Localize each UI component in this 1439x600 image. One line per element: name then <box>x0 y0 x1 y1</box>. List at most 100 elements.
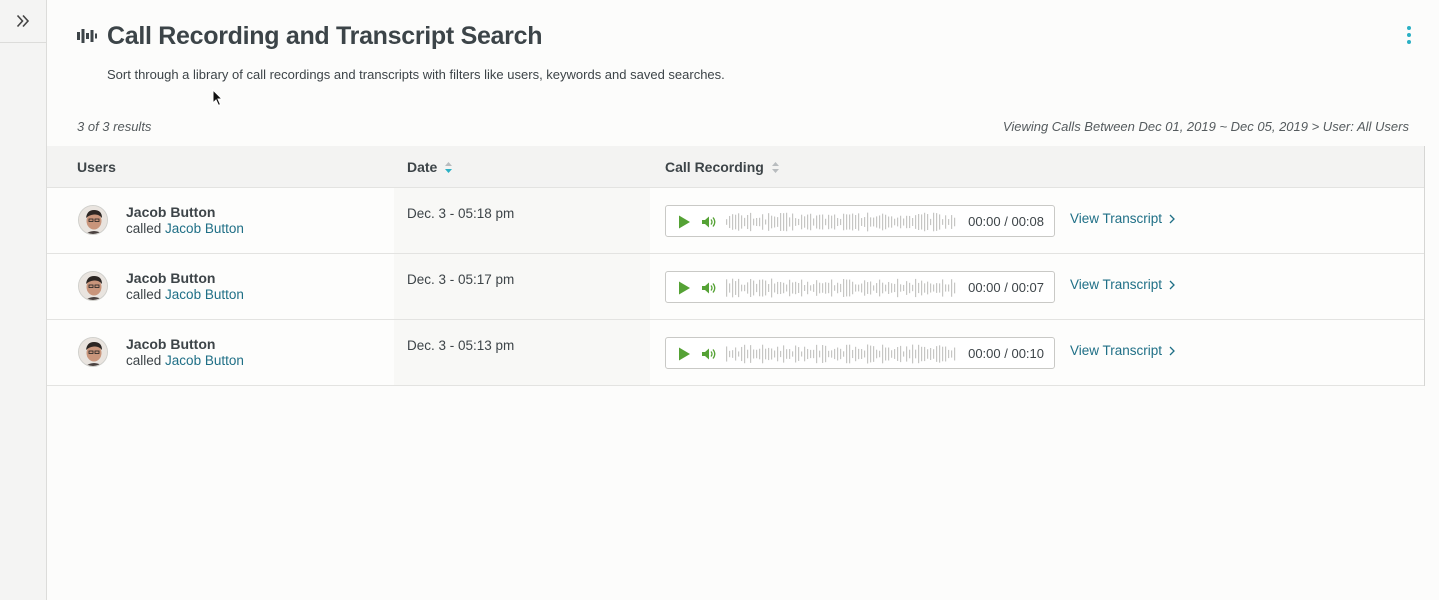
waveform-bar <box>894 349 896 359</box>
column-header-date[interactable]: Date <box>407 146 453 188</box>
waveform-bar <box>840 283 842 293</box>
waveform-bar <box>906 346 908 362</box>
waveform-bar <box>792 213 794 231</box>
waveform-scrubber[interactable] <box>726 211 958 233</box>
waveform-bar <box>882 282 884 294</box>
play-icon[interactable] <box>676 280 692 296</box>
waveform-bar <box>828 282 830 294</box>
waveform-bar <box>918 213 920 231</box>
view-transcript-link[interactable]: View Transcript <box>1070 277 1175 292</box>
volume-icon[interactable] <box>701 281 717 295</box>
waveform-bar <box>786 349 788 359</box>
waveform-bar <box>834 348 836 360</box>
waveform-bar <box>882 344 884 364</box>
waveform-bar <box>951 215 953 229</box>
waveform-bar <box>813 284 815 292</box>
waveform-scrubber[interactable] <box>726 277 958 299</box>
waveform-bar <box>771 278 773 298</box>
waveform-bar <box>783 282 785 294</box>
chevron-right-icon <box>1169 346 1175 355</box>
waveform-bar <box>879 350 881 358</box>
waveform-bar <box>834 285 836 291</box>
view-transcript-link[interactable]: View Transcript <box>1070 211 1175 226</box>
volume-icon[interactable] <box>701 347 717 361</box>
waveform-bar <box>837 347 839 361</box>
waveform-bar <box>843 278 845 298</box>
waveform-bar <box>885 214 887 230</box>
view-transcript-label: View Transcript <box>1070 343 1163 358</box>
waveform-bar <box>909 282 911 294</box>
waveform-bar <box>762 279 764 297</box>
results-count: 3 of 3 results <box>77 119 152 134</box>
sidebar-expand-button[interactable] <box>0 0 46 43</box>
waveform-bar <box>888 282 890 294</box>
waveform-bar <box>948 349 950 359</box>
waveform-bar <box>948 219 950 225</box>
view-transcript-link[interactable]: View Transcript <box>1070 343 1175 358</box>
page-header: Call Recording and Transcript Search <box>77 18 542 54</box>
waveform-bar <box>924 212 926 232</box>
table-row: Jacob Button called Jacob Button Dec. 3 … <box>47 254 1424 320</box>
called-user-link[interactable]: Jacob Button <box>165 221 244 236</box>
waveform-bar <box>903 351 905 357</box>
waveform-bar <box>750 212 752 232</box>
chevron-right-icon <box>1169 280 1175 289</box>
waveform-bar <box>831 350 833 358</box>
kebab-menu-icon[interactable] <box>1401 24 1417 46</box>
waveform-bar <box>936 213 938 231</box>
playback-time: 00:00 / 00:07 <box>968 280 1044 295</box>
waveform-bar <box>819 350 821 358</box>
play-icon[interactable] <box>676 214 692 230</box>
user-name: Jacob Button <box>126 204 216 220</box>
chevron-right-icon <box>1169 214 1175 223</box>
audio-player: 00:00 / 00:07 <box>665 271 1055 303</box>
waveform-bar <box>762 344 764 364</box>
waveform-bar <box>726 346 728 362</box>
waveform-bar <box>933 349 935 359</box>
waveform-bar <box>954 282 956 294</box>
waveform-bar <box>756 283 758 293</box>
waveform-bar <box>909 215 911 229</box>
waveform-bar <box>816 215 818 229</box>
user-photo-icon <box>79 272 107 300</box>
waveform-bar <box>726 219 728 225</box>
waveform-bar <box>741 346 743 362</box>
waveform-bar <box>732 214 734 230</box>
waveform-bar <box>846 214 848 230</box>
waveform-bar <box>864 217 866 227</box>
waveform-bar <box>798 218 800 226</box>
column-header-date-label: Date <box>407 159 438 175</box>
waveform-bar <box>912 344 914 364</box>
waveform-bar <box>873 346 875 362</box>
play-icon[interactable] <box>676 346 692 362</box>
waveform-bar <box>915 215 917 229</box>
waveform-bar <box>861 349 863 359</box>
waveform-bar <box>870 217 872 227</box>
waveform-bar <box>924 283 926 293</box>
page-title: Call Recording and Transcript Search <box>107 21 543 50</box>
called-prefix: called <box>126 221 162 236</box>
waveform-bar <box>873 217 875 227</box>
view-transcript-label: View Transcript <box>1070 211 1163 226</box>
waveform-scrubber[interactable] <box>726 343 958 365</box>
waveform-bar <box>795 345 797 363</box>
waveform-bar <box>819 282 821 294</box>
waveform-bar <box>732 350 734 358</box>
waveform-bar <box>927 349 929 359</box>
waveform-bar <box>738 213 740 231</box>
waveform-bar <box>744 217 746 227</box>
audio-player: 00:00 / 00:08 <box>665 205 1055 237</box>
waveform-bar <box>759 348 761 360</box>
column-header-recording[interactable]: Call Recording <box>665 146 780 188</box>
volume-icon[interactable] <box>701 215 717 229</box>
table-body: Jacob Button called Jacob Button Dec. 3 … <box>47 188 1424 386</box>
waveform-bar <box>903 284 905 292</box>
waveform-bar <box>759 279 761 297</box>
called-user-link[interactable]: Jacob Button <box>165 353 244 368</box>
waveform-bar <box>726 279 728 297</box>
waveform-bar <box>729 350 731 358</box>
double-chevron-right-icon <box>16 14 30 28</box>
waveform-bar <box>789 217 791 227</box>
waveform-bar <box>945 284 947 292</box>
called-user-link[interactable]: Jacob Button <box>165 287 244 302</box>
